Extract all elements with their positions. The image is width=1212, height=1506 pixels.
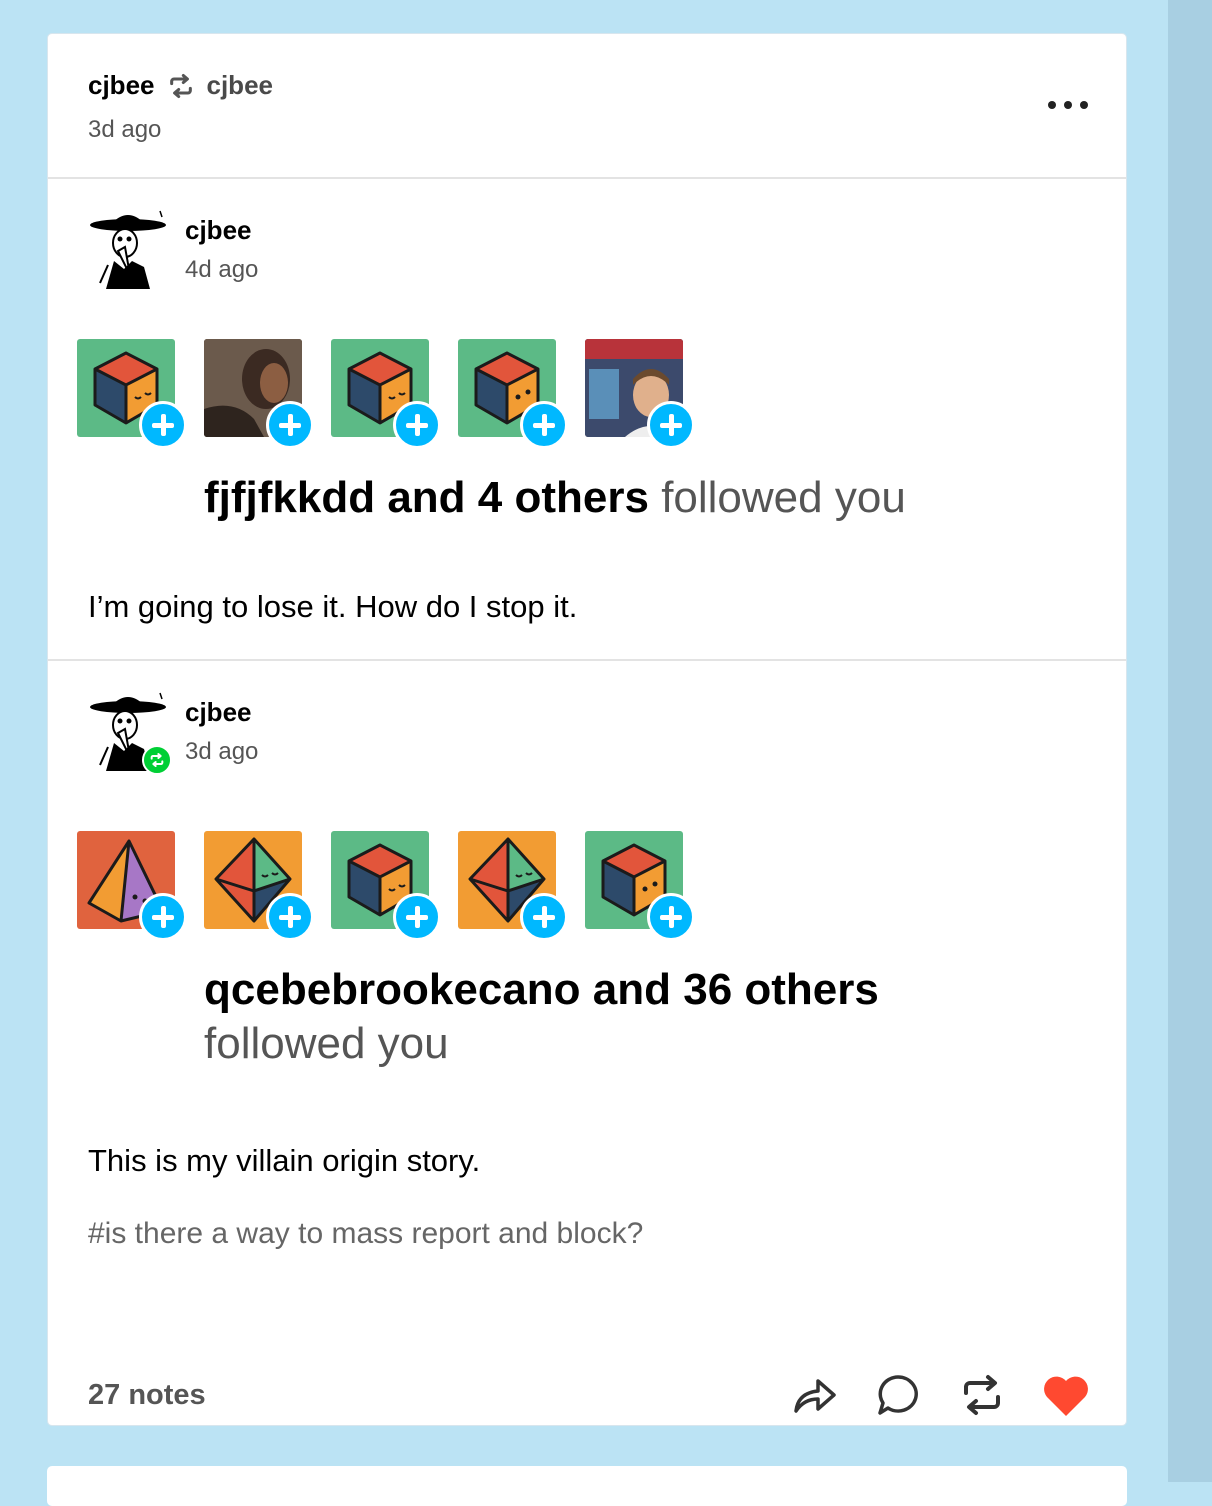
post-attribution: cjbee cjbee — [88, 70, 273, 101]
follow-back-button[interactable] — [393, 401, 441, 449]
post-tag[interactable]: #is there a way to mass report and block… — [88, 1217, 643, 1251]
avatar[interactable] — [88, 691, 172, 775]
follower-avatar[interactable] — [77, 831, 187, 941]
more-dot-icon — [1048, 101, 1056, 109]
follower-avatar[interactable] — [458, 831, 568, 941]
comment-button[interactable] — [872, 1369, 924, 1421]
reblog-button[interactable] — [956, 1369, 1008, 1421]
follower-avatar[interactable] — [204, 831, 314, 941]
author-timestamp: 3d ago — [185, 738, 259, 765]
reblog-icon — [169, 73, 192, 98]
post-body-text: This is my villain origin story. — [88, 1143, 481, 1178]
follow-names[interactable]: fjfjfkkdd and 4 others — [204, 473, 649, 522]
follow-back-button[interactable] — [647, 401, 695, 449]
post-timestamp: 3d ago — [88, 116, 162, 143]
follower-avatar[interactable] — [458, 339, 568, 449]
follow-suffix: followed you — [661, 473, 906, 522]
share-icon — [794, 1379, 836, 1413]
post-actions — [788, 1369, 1092, 1421]
page-background-band — [1168, 0, 1212, 1482]
follow-back-button[interactable] — [266, 893, 314, 941]
follower-avatar[interactable] — [585, 831, 695, 941]
follow-notification-text: fjfjfkkdd and 4 others followed you — [204, 471, 906, 525]
like-icon — [1044, 1376, 1088, 1416]
follower-avatar[interactable] — [331, 339, 441, 449]
more-dot-icon — [1064, 101, 1072, 109]
share-button[interactable] — [788, 1369, 840, 1421]
follow-notification-text: qcebebrookecano and 36 others followed y… — [204, 963, 924, 1071]
follower-avatar-row — [77, 339, 712, 449]
follow-back-button[interactable] — [266, 401, 314, 449]
follow-back-button[interactable] — [393, 893, 441, 941]
post-card: cjbee cjbee 3d ago cjbee 4d ago fjfjfkkd… — [47, 33, 1127, 1426]
author-name[interactable]: cjbee — [185, 215, 252, 246]
reblog-source-link[interactable]: cjbee — [207, 70, 274, 101]
reblog-icon — [964, 1375, 1000, 1415]
next-post-card — [47, 1466, 1127, 1506]
follow-back-button[interactable] — [520, 893, 568, 941]
follow-back-button[interactable] — [139, 401, 187, 449]
avatar[interactable] — [88, 209, 168, 289]
follower-avatar[interactable] — [585, 339, 695, 449]
reblog-entry: cjbee 4d ago fjfjfkkdd and 4 others foll… — [48, 179, 1126, 661]
follow-back-button[interactable] — [139, 893, 187, 941]
post-body-text: I’m going to lose it. How do I stop it. — [88, 589, 578, 624]
follower-avatar-row — [77, 831, 712, 941]
follower-avatar[interactable] — [204, 339, 314, 449]
more-dot-icon — [1080, 101, 1088, 109]
comment-icon — [878, 1375, 918, 1415]
reblog-entry: cjbee 3d ago qcebebrookecano and 36 othe… — [48, 661, 1126, 1427]
follower-avatar[interactable] — [331, 831, 441, 941]
author-timestamp: 4d ago — [185, 256, 259, 283]
reblog-badge-icon — [142, 745, 172, 775]
follow-names[interactable]: qcebebrookecano and 36 others — [204, 965, 879, 1014]
more-options-button[interactable] — [1048, 94, 1092, 114]
plague-doctor-avatar-icon — [88, 209, 168, 289]
post-header: cjbee cjbee 3d ago — [48, 34, 1126, 179]
notes-count[interactable]: 27 notes — [88, 1379, 206, 1412]
follow-back-button[interactable] — [520, 401, 568, 449]
follow-suffix: followed you — [204, 1019, 449, 1068]
author-name[interactable]: cjbee — [185, 697, 252, 728]
blog-name-link[interactable]: cjbee — [88, 70, 155, 101]
follower-avatar[interactable] — [77, 339, 187, 449]
follow-back-button[interactable] — [647, 893, 695, 941]
like-button[interactable] — [1040, 1369, 1092, 1421]
